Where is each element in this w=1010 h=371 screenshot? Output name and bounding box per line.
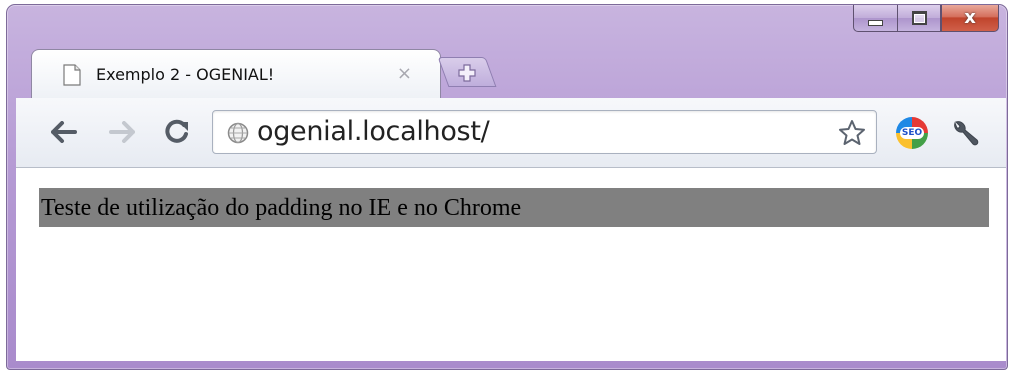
star-icon[interactable] — [838, 119, 866, 147]
back-arrow-icon — [51, 121, 77, 143]
maximize-icon — [911, 11, 927, 25]
window-caption-buttons: x — [853, 5, 999, 33]
page-text: Teste de utilização do padding no IE e n… — [41, 195, 522, 221]
tab-title: Exemplo 2 - OGENIAL! — [96, 65, 275, 84]
page-icon — [63, 64, 81, 86]
globe-icon — [227, 122, 249, 144]
reload-icon — [165, 119, 188, 143]
toolbar: ogenial.localhost/ SEO — [16, 98, 1006, 168]
wrench-icon[interactable] — [951, 118, 981, 148]
tab-close-button[interactable]: × — [397, 63, 412, 84]
page-content: Teste de utilização do padding no IE e n… — [16, 168, 1006, 361]
forward-button[interactable] — [104, 114, 140, 150]
seo-extension-label: SEO — [900, 127, 924, 139]
address-bar[interactable]: ogenial.localhost/ — [212, 110, 877, 154]
close-window-button[interactable]: x — [941, 5, 999, 32]
padded-div: Teste de utilização do padding no IE e n… — [39, 188, 989, 227]
reload-button[interactable] — [159, 114, 195, 150]
minimize-button[interactable] — [853, 5, 897, 32]
tab-active[interactable]: Exemplo 2 - OGENIAL! × — [31, 49, 441, 99]
seo-extension-icon[interactable]: SEO — [896, 117, 928, 149]
forward-arrow-icon — [109, 121, 135, 143]
new-tab-plus-icon — [455, 61, 479, 85]
browser-window: x Exemplo 2 - OGENIAL! × ogenial.localho… — [6, 4, 1008, 370]
back-button[interactable] — [46, 114, 82, 150]
minimize-icon — [868, 20, 883, 26]
maximize-button[interactable] — [897, 5, 941, 32]
close-icon: x — [964, 7, 976, 28]
url-text[interactable]: ogenial.localhost/ — [257, 116, 490, 147]
